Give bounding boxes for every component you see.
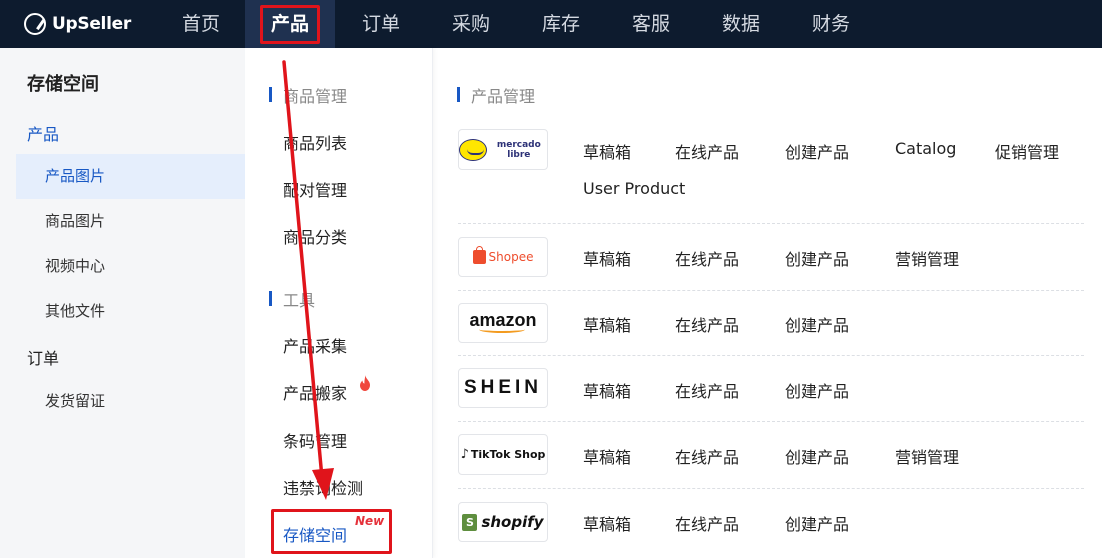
- link-create-product[interactable]: 创建产品: [785, 246, 849, 270]
- link-online-products[interactable]: 在线产品: [675, 444, 739, 468]
- sidebar-item-product-images[interactable]: 产品图片: [16, 154, 245, 199]
- nav-item-purchase[interactable]: 采购: [442, 0, 500, 48]
- link-online-products[interactable]: 在线产品: [675, 511, 739, 535]
- sidebar-item-shipping-evidence[interactable]: 发货留证: [0, 379, 245, 424]
- link-drafts[interactable]: 草稿箱: [583, 511, 631, 535]
- top-nav-bar: UpSeller 首页 产品 订单 采购 库存 客服 数据 财务: [0, 0, 1102, 48]
- logo-text: TikTok Shop: [470, 448, 546, 461]
- annotation-highlight-box: [260, 5, 320, 44]
- tiktok-shop-logo: ♪ TikTok Shop: [458, 434, 548, 475]
- logo-text: UpSeller: [52, 14, 131, 34]
- nav-item-inventory[interactable]: 库存: [532, 0, 590, 48]
- mercado-libre-handshake-icon: [459, 138, 487, 161]
- link-drafts[interactable]: 草稿箱: [583, 246, 631, 270]
- dropdown-item-product-scrape[interactable]: 产品采集: [283, 333, 347, 357]
- upseller-logo-icon: [24, 13, 46, 35]
- nav-item-customer-service[interactable]: 客服: [622, 0, 680, 48]
- tiktok-note-icon: ♪: [460, 447, 469, 462]
- row-divider: [458, 290, 1084, 291]
- sidebar: 存储空间 产品 产品图片 商品图片 视频中心 其他文件 订单 发货留证: [0, 48, 245, 558]
- nav-item-home[interactable]: 首页: [172, 0, 230, 48]
- row-divider: [458, 421, 1084, 422]
- dropdown-item-prohibited-words[interactable]: 违禁词检测: [283, 475, 363, 499]
- dropdown-item-label: 产品搬家: [283, 384, 348, 403]
- link-create-product[interactable]: 创建产品: [785, 511, 849, 535]
- logo-text: mercado libre: [496, 139, 541, 160]
- link-drafts[interactable]: 草稿箱: [583, 312, 631, 336]
- link-online-products[interactable]: 在线产品: [675, 139, 739, 163]
- dropdown-item-product-list[interactable]: 商品列表: [283, 130, 347, 154]
- nav-item-finance[interactable]: 财务: [802, 0, 860, 48]
- nav-item-orders[interactable]: 订单: [352, 0, 410, 48]
- link-catalog[interactable]: Catalog: [895, 139, 956, 158]
- dropdown-item-barcode[interactable]: 条码管理: [283, 428, 347, 452]
- row-divider: [458, 488, 1084, 489]
- nav-item-data[interactable]: 数据: [712, 0, 770, 48]
- shopify-bag-icon: S: [462, 513, 478, 531]
- logo-text: Shopee: [488, 250, 534, 264]
- link-promotions[interactable]: 促销管理: [995, 139, 1059, 163]
- dropdown-item-product-move[interactable]: 产品搬家: [283, 375, 370, 404]
- sidebar-title: 存储空间: [27, 74, 99, 95]
- annotation-highlight-box: [271, 509, 392, 554]
- sidebar-item-other-files[interactable]: 其他文件: [0, 289, 245, 334]
- mercado-libre-logo: mercado libre: [458, 129, 548, 170]
- sidebar-item-video-center[interactable]: 视频中心: [0, 244, 245, 289]
- amazon-smile-icon: [479, 326, 525, 333]
- dropdown-section-header: 商品管理: [269, 83, 347, 107]
- shopee-bag-icon: [472, 246, 486, 264]
- fire-hot-icon: [360, 375, 370, 391]
- link-create-product[interactable]: 创建产品: [785, 312, 849, 336]
- shopee-logo: Shopee: [458, 237, 548, 277]
- link-marketing[interactable]: 营销管理: [895, 246, 959, 270]
- link-create-product[interactable]: 创建产品: [785, 378, 849, 402]
- shein-logo: SHEIN: [458, 368, 548, 408]
- row-divider: [458, 223, 1084, 224]
- row-divider: [458, 355, 1084, 356]
- product-management-header: 产品管理: [457, 83, 535, 107]
- sidebar-item-goods-images[interactable]: 商品图片: [0, 199, 245, 244]
- shopify-logo: S shopify: [458, 502, 548, 542]
- link-drafts[interactable]: 草稿箱: [583, 444, 631, 468]
- logo-text: shopify: [481, 513, 544, 531]
- link-drafts[interactable]: 草稿箱: [583, 139, 631, 163]
- sidebar-group-products[interactable]: 产品: [27, 121, 59, 145]
- sidebar-group-orders[interactable]: 订单: [27, 345, 59, 369]
- link-create-product[interactable]: 创建产品: [785, 139, 849, 163]
- link-create-product[interactable]: 创建产品: [785, 444, 849, 468]
- amazon-logo: amazon: [458, 303, 548, 343]
- link-user-product[interactable]: User Product: [583, 179, 685, 198]
- link-online-products[interactable]: 在线产品: [675, 312, 739, 336]
- link-drafts[interactable]: 草稿箱: [583, 378, 631, 402]
- dropdown-section-header: 工具: [269, 287, 315, 311]
- link-marketing[interactable]: 营销管理: [895, 444, 959, 468]
- dropdown-item-category[interactable]: 商品分类: [283, 224, 347, 248]
- dropdown-item-pairing[interactable]: 配对管理: [283, 177, 347, 201]
- products-dropdown-menu: 商品管理 商品列表 配对管理 商品分类 工具 产品采集 产品搬家 条码管理 违禁…: [245, 48, 433, 558]
- link-online-products[interactable]: 在线产品: [675, 378, 739, 402]
- logo-text: SHEIN: [463, 377, 543, 398]
- link-online-products[interactable]: 在线产品: [675, 246, 739, 270]
- app-logo[interactable]: UpSeller: [24, 11, 131, 37]
